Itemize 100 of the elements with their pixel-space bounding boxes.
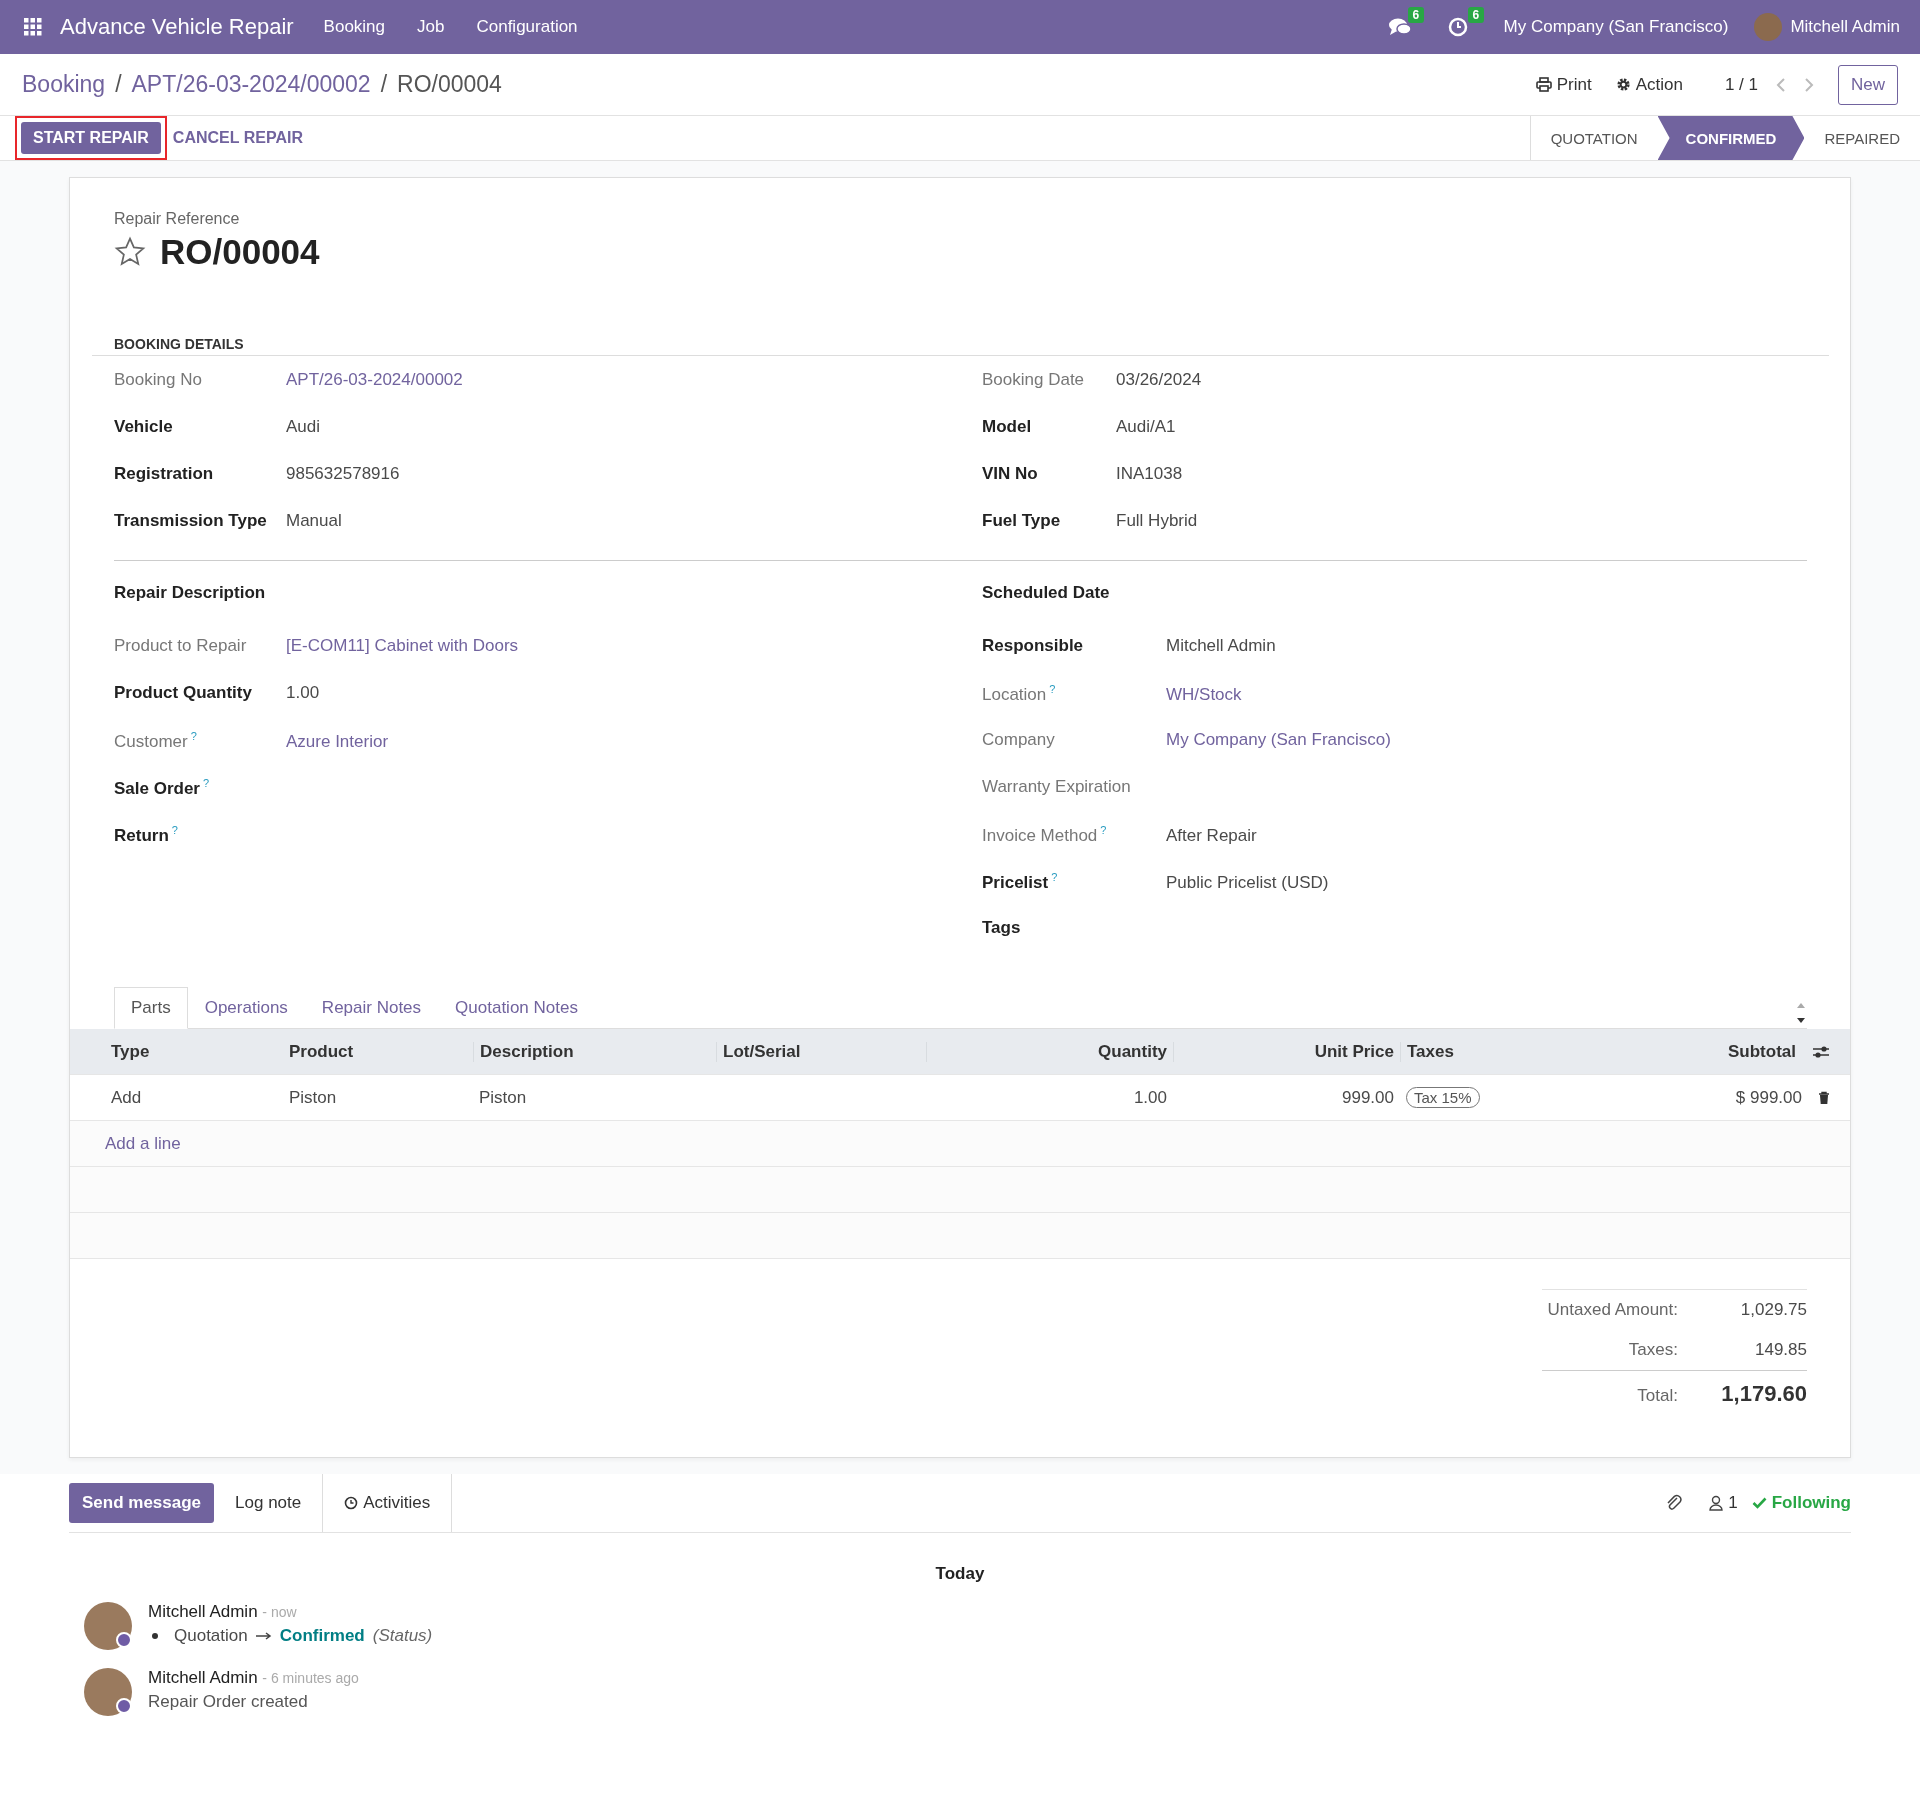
column-header[interactable]: Taxes — [1400, 1041, 1550, 1062]
group-heading: Scheduled Date — [982, 583, 1110, 602]
help-tooltip-mark[interactable]: ? — [1051, 871, 1058, 883]
column-header[interactable]: Description — [473, 1041, 716, 1062]
field-label: Invoice Method — [982, 825, 1098, 845]
right-arrow-icon — [255, 1632, 272, 1640]
company-switcher[interactable]: My Company (San Francisco) — [1503, 17, 1729, 37]
column-header[interactable]: Type — [105, 1041, 283, 1062]
breadcrumb-link[interactable]: APT/26-03-2024/00002 — [131, 71, 371, 98]
field-label: Product Quantity — [114, 683, 252, 702]
field-label: Registration — [114, 464, 215, 484]
message-count-badge: 6 — [1407, 7, 1425, 23]
help-tooltip-mark[interactable]: ? — [171, 824, 178, 836]
column-header[interactable]: Lot/Serial — [716, 1041, 926, 1062]
gear-icon — [1615, 77, 1631, 92]
field-value: 1.00 — [285, 683, 320, 703]
column-header[interactable]: Subtotal — [1550, 1041, 1802, 1062]
field-link[interactable]: WH/Stock — [1162, 684, 1242, 705]
field-label: Repair Reference — [114, 210, 241, 228]
paperclip-icon[interactable] — [1665, 1493, 1684, 1513]
field-link[interactable]: [E-COM11] Cabinet with Doors — [282, 636, 519, 656]
notebook-tab[interactable]: Parts — [114, 987, 188, 1029]
total-label: Taxes: — [1627, 1340, 1678, 1360]
help-tooltip-mark[interactable]: ? — [203, 777, 210, 789]
star-icon[interactable] — [114, 236, 146, 268]
help-tooltip-mark[interactable]: ? — [1100, 824, 1107, 836]
table-cell: Piston — [479, 1087, 527, 1107]
status-dot — [116, 1632, 132, 1648]
following-button[interactable]: Following — [1751, 1493, 1851, 1513]
breadcrumb-current: RO/00004 — [397, 71, 502, 98]
column-header[interactable]: Quantity — [926, 1041, 1173, 1062]
field-value: Audi/A1 — [1115, 417, 1176, 437]
field-link[interactable]: APT/26-03-2024/00002 — [282, 370, 463, 390]
old-value: Quotation — [174, 1626, 248, 1646]
field-label: Tags — [982, 918, 1021, 937]
field-label: Responsible — [982, 636, 1084, 655]
app-grid-icon[interactable] — [24, 18, 42, 36]
action-button[interactable]: Action — [1615, 74, 1683, 95]
activity-count-badge: 6 — [1467, 7, 1485, 23]
clock-icon — [344, 1496, 359, 1510]
field-value: Manual — [285, 511, 342, 531]
print-button[interactable]: Print — [1535, 74, 1592, 95]
breadcrumb-separator: / — [115, 71, 122, 98]
new-value: Confirmed — [279, 1626, 365, 1646]
menu-item[interactable]: Job — [417, 17, 445, 37]
field-value: 985632578916 — [285, 464, 400, 484]
tracked-field: (Status) — [372, 1626, 433, 1646]
help-tooltip-mark[interactable]: ? — [1049, 683, 1056, 695]
message-time: - 6 minutes ago — [262, 1670, 359, 1686]
app-name[interactable]: Advance Vehicle Repair — [60, 14, 294, 40]
field-value: Audi — [285, 417, 321, 437]
menu-item[interactable]: Booking — [323, 17, 386, 37]
followers-button[interactable]: 1 — [1709, 1493, 1738, 1513]
help-tooltip-mark[interactable]: ? — [190, 730, 197, 742]
column-header[interactable]: Unit Price — [1173, 1041, 1400, 1062]
new-button[interactable]: New — [1838, 64, 1898, 105]
add-line-link[interactable]: Add a line — [105, 1133, 181, 1154]
field-link[interactable]: Azure Interior — [282, 731, 389, 752]
notebook-tab[interactable]: Quotation Notes — [438, 987, 595, 1029]
field-label: Customer — [114, 731, 188, 751]
column-header[interactable]: Product — [283, 1041, 473, 1062]
cancel-repair-button[interactable]: CANCEL REPAIR — [172, 122, 315, 154]
checkmark-icon — [1751, 1497, 1767, 1509]
status-dot — [116, 1698, 132, 1714]
message-author[interactable]: Mitchell Admin — [148, 1668, 258, 1687]
total-label: Total: — [1636, 1386, 1678, 1406]
notebook-tab[interactable]: Repair Notes — [304, 987, 439, 1029]
table-cell: Add — [111, 1087, 142, 1107]
total-value: 1,029.75 — [1740, 1300, 1807, 1320]
field-label: Warranty Expiration — [982, 777, 1131, 796]
field-label: VIN No — [982, 464, 1039, 484]
table-cell: Piston — [289, 1087, 337, 1107]
field-label: Product to Repair — [114, 636, 247, 655]
user-name[interactable]: Mitchell Admin — [1790, 17, 1900, 37]
trash-icon[interactable] — [1818, 1090, 1830, 1105]
sliders-icon[interactable] — [1812, 1044, 1830, 1059]
pager-counter[interactable]: 1 / 1 — [1724, 74, 1758, 95]
section-title: BOOKING DETAILS — [92, 336, 1829, 356]
message-author[interactable]: Mitchell Admin — [148, 1602, 258, 1621]
field-label: Vehicle — [114, 417, 174, 437]
field-value: 03/26/2024 — [1115, 370, 1202, 390]
breadcrumb-link[interactable]: Booking — [22, 71, 106, 98]
total-value: 149.85 — [1755, 1340, 1807, 1360]
field-link[interactable]: My Company (San Francisco) — [1162, 730, 1391, 750]
group-heading: Repair Description — [114, 583, 266, 602]
field-value: Mitchell Admin — [1165, 636, 1276, 656]
field-value: After Repair — [1165, 825, 1257, 846]
field-label: Fuel Type — [982, 511, 1062, 531]
send-message-button[interactable]: Send message — [69, 1483, 215, 1523]
date-separator: Today — [935, 1564, 985, 1584]
status-step[interactable]: CONFIRMED — [1657, 116, 1805, 160]
clock-icon[interactable] — [1447, 17, 1468, 37]
table-cell: $ 999.00 — [1735, 1087, 1802, 1107]
chat-bubbles-icon[interactable] — [1387, 17, 1412, 37]
notebook-tab[interactable]: Operations — [187, 987, 305, 1029]
start-repair-button[interactable]: START REPAIR — [21, 122, 161, 154]
field-label: Transmission Type — [114, 511, 268, 531]
field-label: Pricelist — [982, 872, 1049, 892]
field-label: Sale Order — [114, 778, 200, 798]
menu-item[interactable]: Configuration — [476, 17, 578, 37]
